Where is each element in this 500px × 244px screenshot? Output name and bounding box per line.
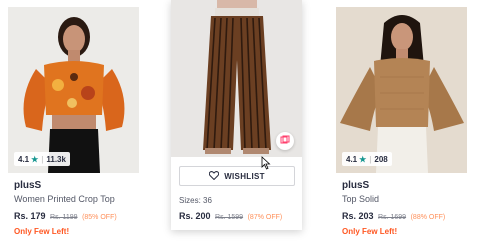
wishlist-button[interactable]: WISHLIST — [179, 166, 295, 186]
product-info: plusS Top Solid Rs. 203 Rs. 1699 (88% OF… — [342, 180, 464, 237]
product-info: plusS Women Printed Crop Top Rs. 179 Rs.… — [14, 180, 136, 237]
rating-value: 4.1 — [18, 154, 30, 164]
product-title: Women Printed Crop Top — [14, 194, 115, 204]
price-row: Rs. 203 Rs. 1699 (88% OFF) — [342, 210, 464, 224]
product-card[interactable]: 4.1 ★ | 11.3k plusS Women Printed Crop T… — [8, 0, 139, 244]
product-discount: (88% OFF) — [410, 214, 446, 221]
mouse-cursor-icon — [261, 156, 271, 175]
product-brand: plusS — [342, 180, 370, 191]
product-card[interactable]: 4.1 ★ | 208 plusS Top Solid Rs. 203 Rs. … — [336, 0, 467, 244]
product-discount: (85% OFF) — [82, 214, 117, 221]
rating-count: 11.3k — [46, 154, 66, 164]
rating-badge: 4.1 ★ | 208 — [342, 152, 392, 166]
view-similar-button[interactable] — [276, 132, 294, 150]
similar-icon — [280, 132, 290, 150]
product-mrp: Rs. 1199 — [50, 214, 78, 221]
stock-note: Only Few Left! — [14, 227, 70, 236]
product-image[interactable]: 4.1 ★ | 11.3k — [8, 7, 139, 173]
rating-count: 208 — [374, 154, 388, 164]
star-icon: ★ — [359, 154, 367, 164]
product-price: Rs. 203 — [342, 211, 374, 221]
price-row: Rs. 179 Rs. 1199 (85% OFF) — [14, 210, 136, 224]
stock-note: Only Few Left! — [342, 227, 398, 236]
rating-value: 4.1 — [346, 154, 358, 164]
product-image[interactable]: 4.1 ★ | 208 — [336, 7, 467, 173]
rating-badge: 4.1 ★ | 11.3k — [14, 152, 70, 166]
product-mrp: Rs. 1699 — [378, 214, 407, 221]
wishlist-label: WISHLIST — [224, 171, 265, 181]
product-mrp: Rs. 1599 — [215, 214, 244, 221]
product-brand: plusS — [14, 180, 42, 191]
heart-icon — [208, 170, 220, 182]
product-image[interactable] — [171, 0, 302, 157]
product-discount: (87% OFF) — [247, 214, 283, 221]
product-card[interactable]: WISHLIST Sizes: 36 Rs. 200 Rs. 1599 (87%… — [171, 0, 302, 230]
star-icon: ★ — [31, 154, 39, 164]
product-sizes: Sizes: 36 — [179, 196, 212, 205]
product-title: Top Solid — [342, 194, 380, 204]
product-price: Rs. 179 — [14, 211, 46, 221]
price-row: Rs. 200 Rs. 1599 (87% OFF) — [179, 211, 282, 221]
product-price: Rs. 200 — [179, 211, 211, 221]
